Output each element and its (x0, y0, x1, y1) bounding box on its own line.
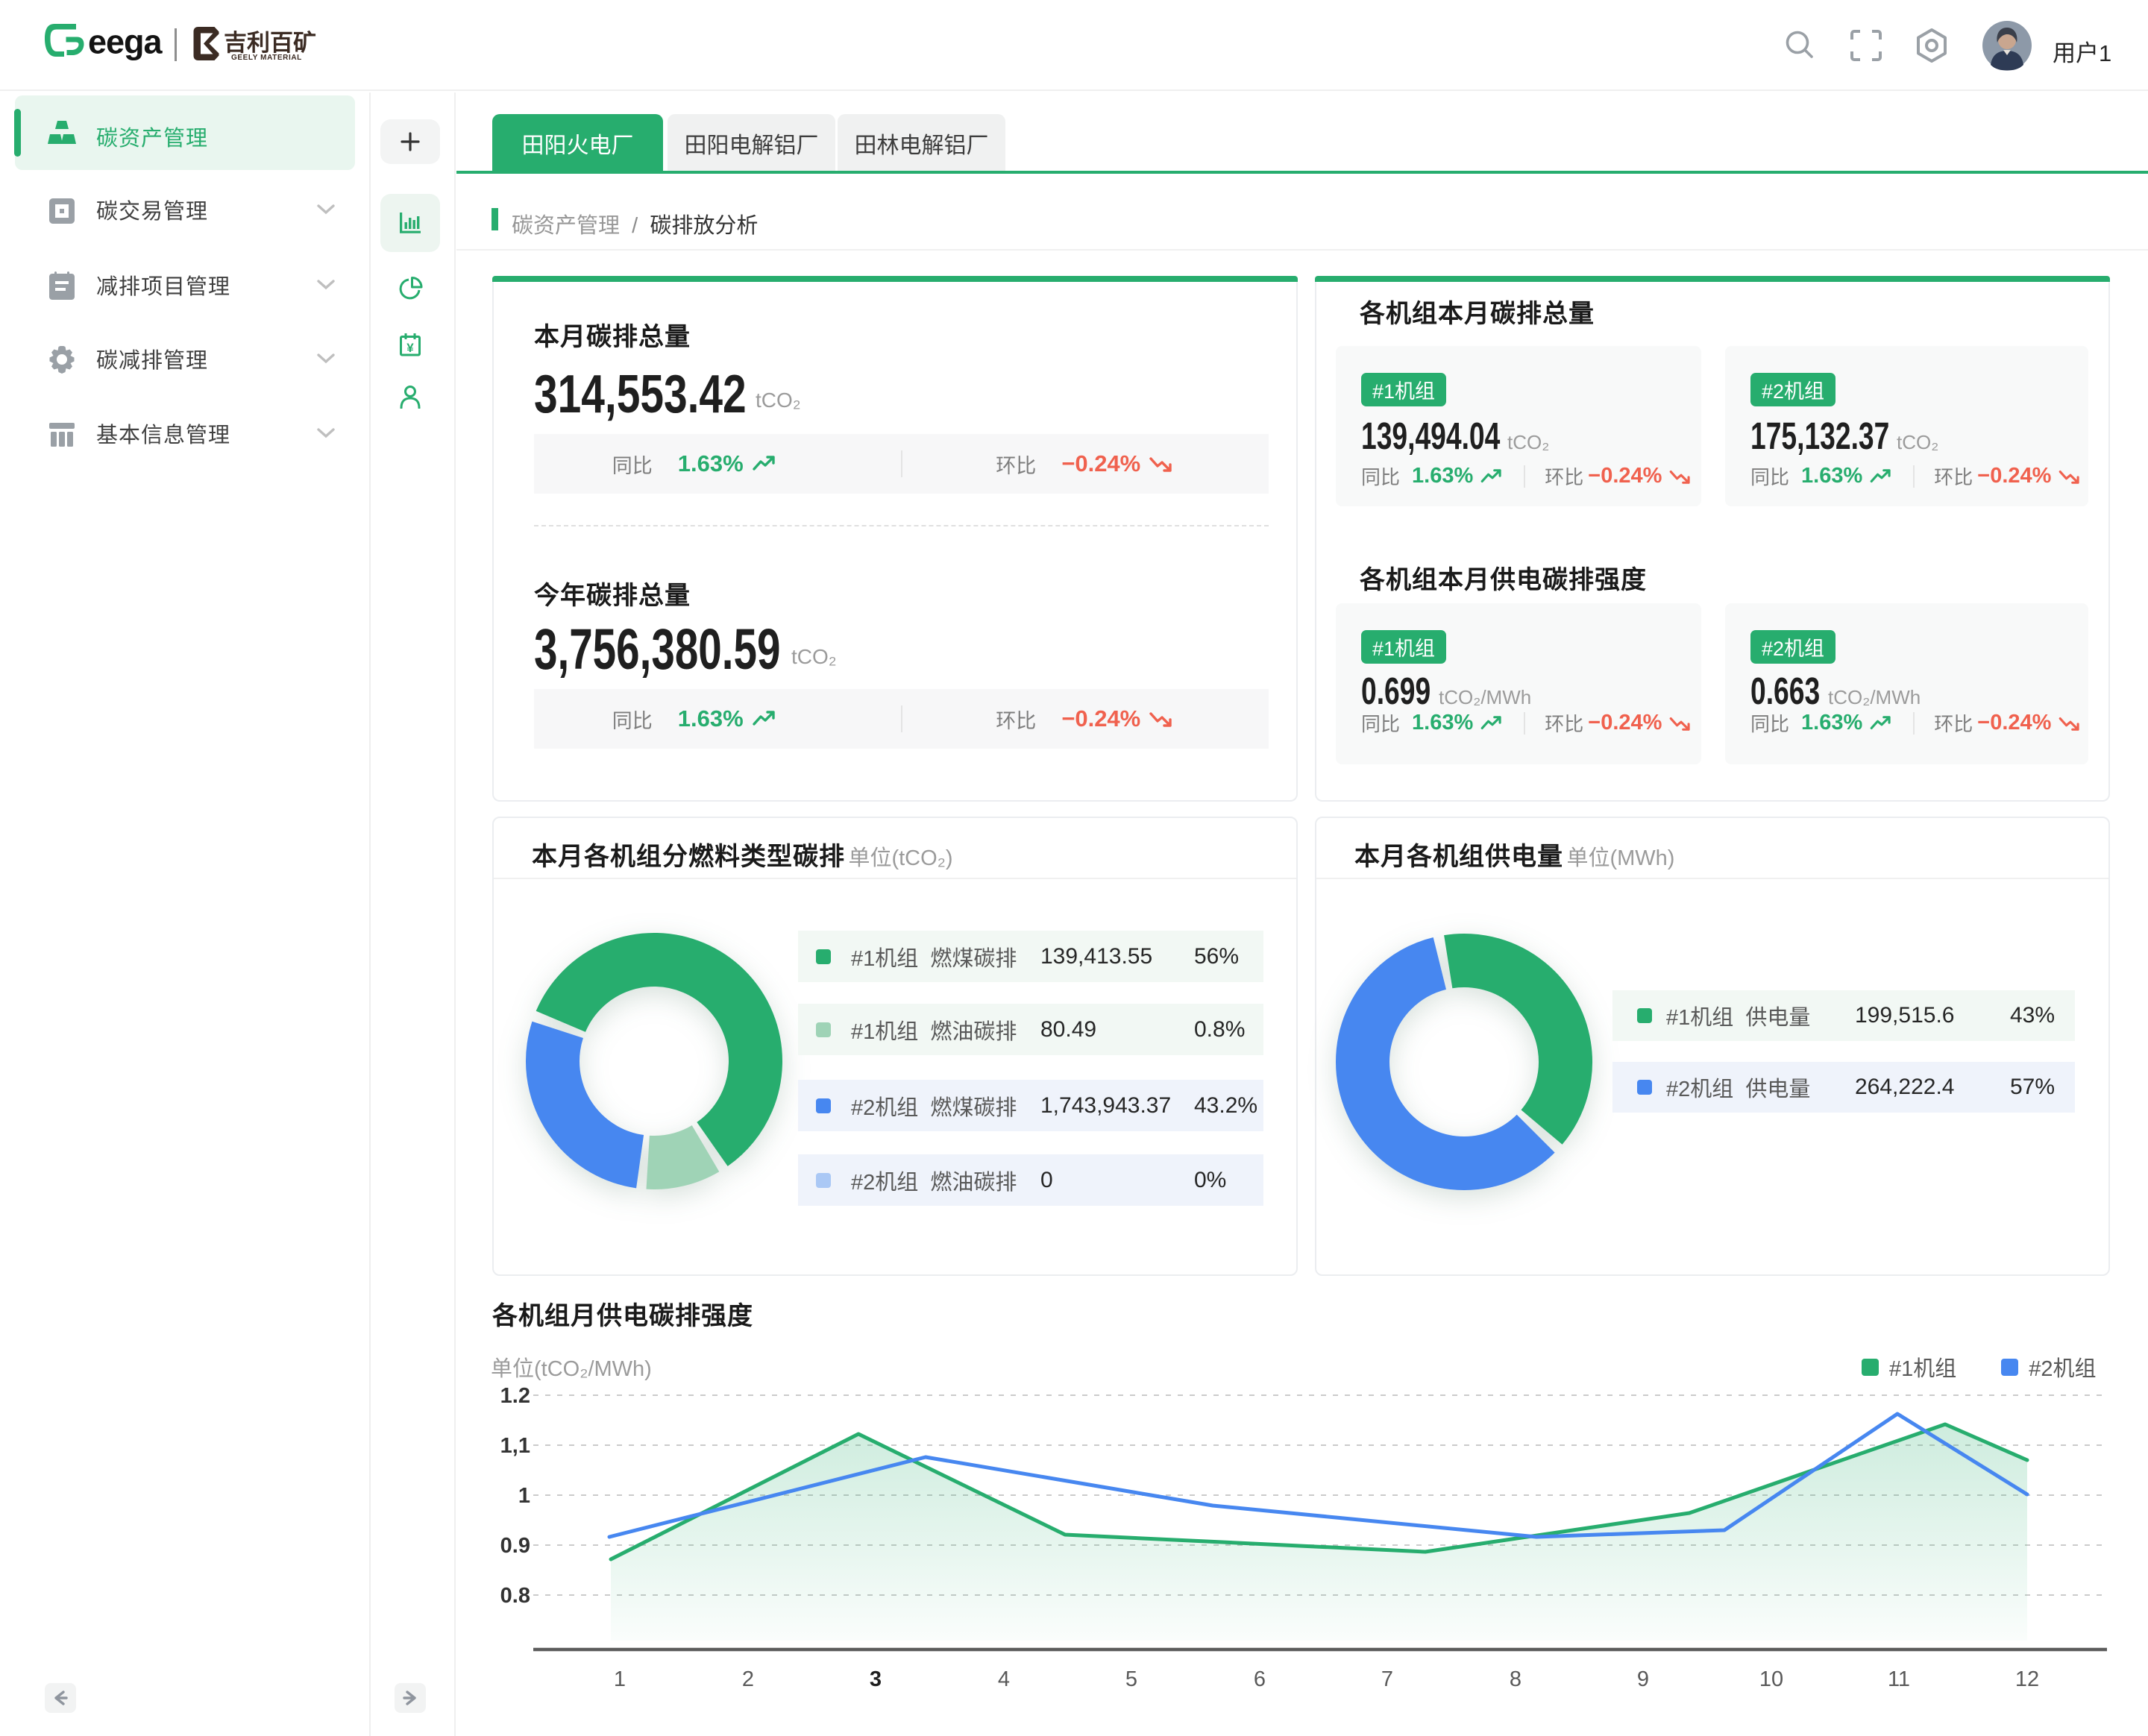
svg-text:1.2: 1.2 (500, 1384, 530, 1408)
svg-text:12: 12 (2015, 1667, 2039, 1691)
svg-text:1,1: 1,1 (500, 1434, 530, 1458)
svg-text:9: 9 (1637, 1667, 1649, 1691)
svg-text:10: 10 (1759, 1667, 1783, 1691)
svg-text:0.8: 0.8 (500, 1584, 530, 1608)
svg-text:8: 8 (1510, 1667, 1522, 1691)
svg-text:0.9: 0.9 (500, 1534, 530, 1558)
svg-text:11: 11 (1888, 1667, 1910, 1691)
svg-text:5: 5 (1125, 1667, 1137, 1691)
svg-text:1: 1 (614, 1667, 626, 1691)
svg-text:6: 6 (1254, 1667, 1266, 1691)
svg-text:1: 1 (518, 1484, 530, 1508)
svg-text:3: 3 (870, 1667, 882, 1691)
svg-text:2: 2 (742, 1667, 754, 1691)
svg-text:4: 4 (998, 1667, 1010, 1691)
svg-text:7: 7 (1381, 1667, 1393, 1691)
